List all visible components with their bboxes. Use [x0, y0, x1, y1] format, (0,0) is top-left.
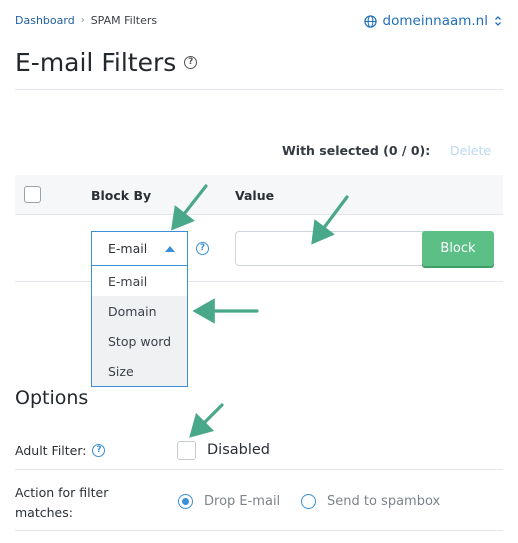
radio-send-to-spambox-label: Send to spambox [327, 494, 441, 509]
bottom-divider [15, 530, 503, 531]
radio-dot-unselected [301, 494, 316, 509]
breadcrumb: Dashboard › SPAM Filters [15, 14, 157, 27]
dropdown-option-domain[interactable]: Domain [92, 296, 187, 326]
action-label-line2: matches: [15, 505, 73, 520]
radio-send-to-spambox[interactable]: Send to spambox [301, 494, 440, 509]
with-selected-label: With selected (0 / 0): [282, 143, 431, 158]
delete-button[interactable]: Delete [450, 143, 491, 158]
action-label: Action for filter matches: [15, 483, 108, 523]
adult-filter-label: Adult Filter: [15, 443, 87, 458]
chevron-updown-icon [494, 15, 502, 27]
column-header-block-by: Block By [91, 188, 152, 203]
arrow-to-checkbox [189, 403, 224, 438]
globe-icon [363, 14, 377, 28]
radio-drop-email[interactable]: Drop E-mail [178, 494, 280, 509]
domain-selector[interactable]: domeinnaam.nl [363, 13, 502, 29]
breadcrumb-dashboard[interactable]: Dashboard [15, 14, 75, 27]
block-by-dropdown: E-mail Domain Stop word Size [91, 266, 188, 387]
row-divider [15, 281, 503, 282]
block-button[interactable]: Block [422, 231, 494, 266]
action-label-line1: Action for filter [15, 485, 109, 500]
radio-drop-email-label: Drop E-mail [204, 494, 281, 509]
domain-name: domeinnaam.nl [382, 13, 488, 29]
radio-dot-selected [178, 494, 193, 509]
page-title-text: E-mail Filters [15, 48, 177, 77]
dropdown-option-stop-word[interactable]: Stop word [92, 326, 187, 356]
chevron-right-icon: › [80, 15, 85, 26]
dropdown-option-email[interactable]: E-mail [92, 266, 187, 296]
column-header-value: Value [235, 188, 275, 203]
select-all-checkbox[interactable] [24, 186, 41, 203]
title-divider [15, 89, 503, 90]
block-by-selected-value: E-mail [108, 241, 148, 256]
help-circle-icon[interactable]: ? [92, 444, 106, 457]
block-by-select[interactable]: E-mail [91, 231, 188, 266]
options-title: Options [15, 387, 89, 409]
help-circle-icon[interactable]: ? [184, 56, 198, 69]
adult-filter-checkbox[interactable] [177, 441, 196, 460]
adult-filter-status: Disabled [207, 442, 270, 458]
dropdown-option-size[interactable]: Size [92, 356, 187, 386]
breadcrumb-spam-filters: SPAM Filters [90, 14, 158, 27]
adult-filter-label-group: Adult Filter: ? [15, 443, 106, 458]
page-title: E-mail Filters ? [15, 48, 198, 77]
annotation-arrows [171, 184, 349, 438]
help-circle-icon[interactable]: ? [196, 242, 209, 255]
options-divider [15, 469, 503, 470]
caret-up-icon [165, 246, 175, 252]
value-input[interactable] [235, 231, 425, 266]
